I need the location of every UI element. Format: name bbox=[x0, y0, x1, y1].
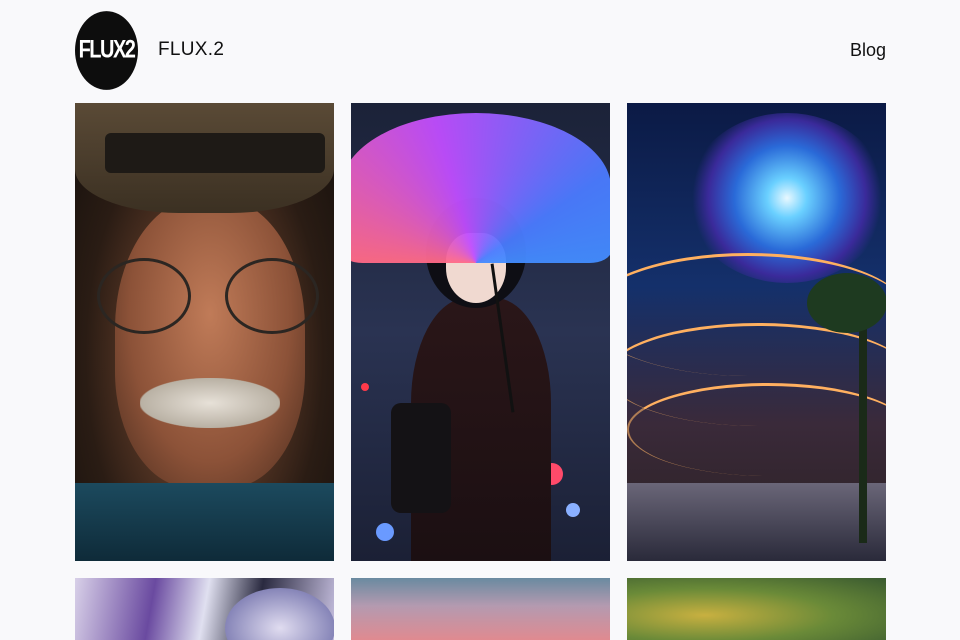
glasses-lens-right bbox=[225, 258, 319, 334]
brand[interactable]: FLUX2 FLUX.2 bbox=[75, 10, 224, 90]
palm-fronds bbox=[807, 273, 886, 333]
shirt-shape bbox=[75, 483, 334, 561]
hat-band-shape bbox=[105, 133, 325, 173]
bokeh-light bbox=[376, 523, 394, 541]
bokeh-light bbox=[361, 383, 369, 391]
brand-name[interactable]: FLUX.2 bbox=[158, 39, 224, 61]
umbrella-canopy bbox=[351, 113, 610, 263]
gallery-image-futuristic-mall[interactable] bbox=[627, 103, 886, 561]
face-shape bbox=[115, 198, 305, 488]
gallery-image-blurred-foliage[interactable] bbox=[627, 578, 886, 640]
flux2-logo[interactable]: FLUX2 bbox=[75, 10, 138, 90]
gallery-image-chrome-robot[interactable] bbox=[75, 578, 334, 640]
bag-shape bbox=[391, 403, 451, 513]
mall-floor bbox=[627, 483, 886, 561]
gallery-image-dusk-sky[interactable] bbox=[351, 578, 610, 640]
bokeh-light bbox=[566, 503, 580, 517]
mustache-shape bbox=[140, 378, 280, 428]
gallery-image-anime-umbrella[interactable] bbox=[351, 103, 610, 561]
blog-link[interactable]: Blog bbox=[850, 40, 886, 61]
gallery-image-portrait-old-man[interactable] bbox=[75, 103, 334, 561]
site-header: FLUX2 FLUX.2 Blog bbox=[75, 10, 886, 90]
robot-head-shape bbox=[225, 588, 334, 640]
palm-trunk bbox=[859, 313, 867, 543]
balcony-ring bbox=[627, 383, 886, 476]
glasses-lens-left bbox=[97, 258, 191, 334]
